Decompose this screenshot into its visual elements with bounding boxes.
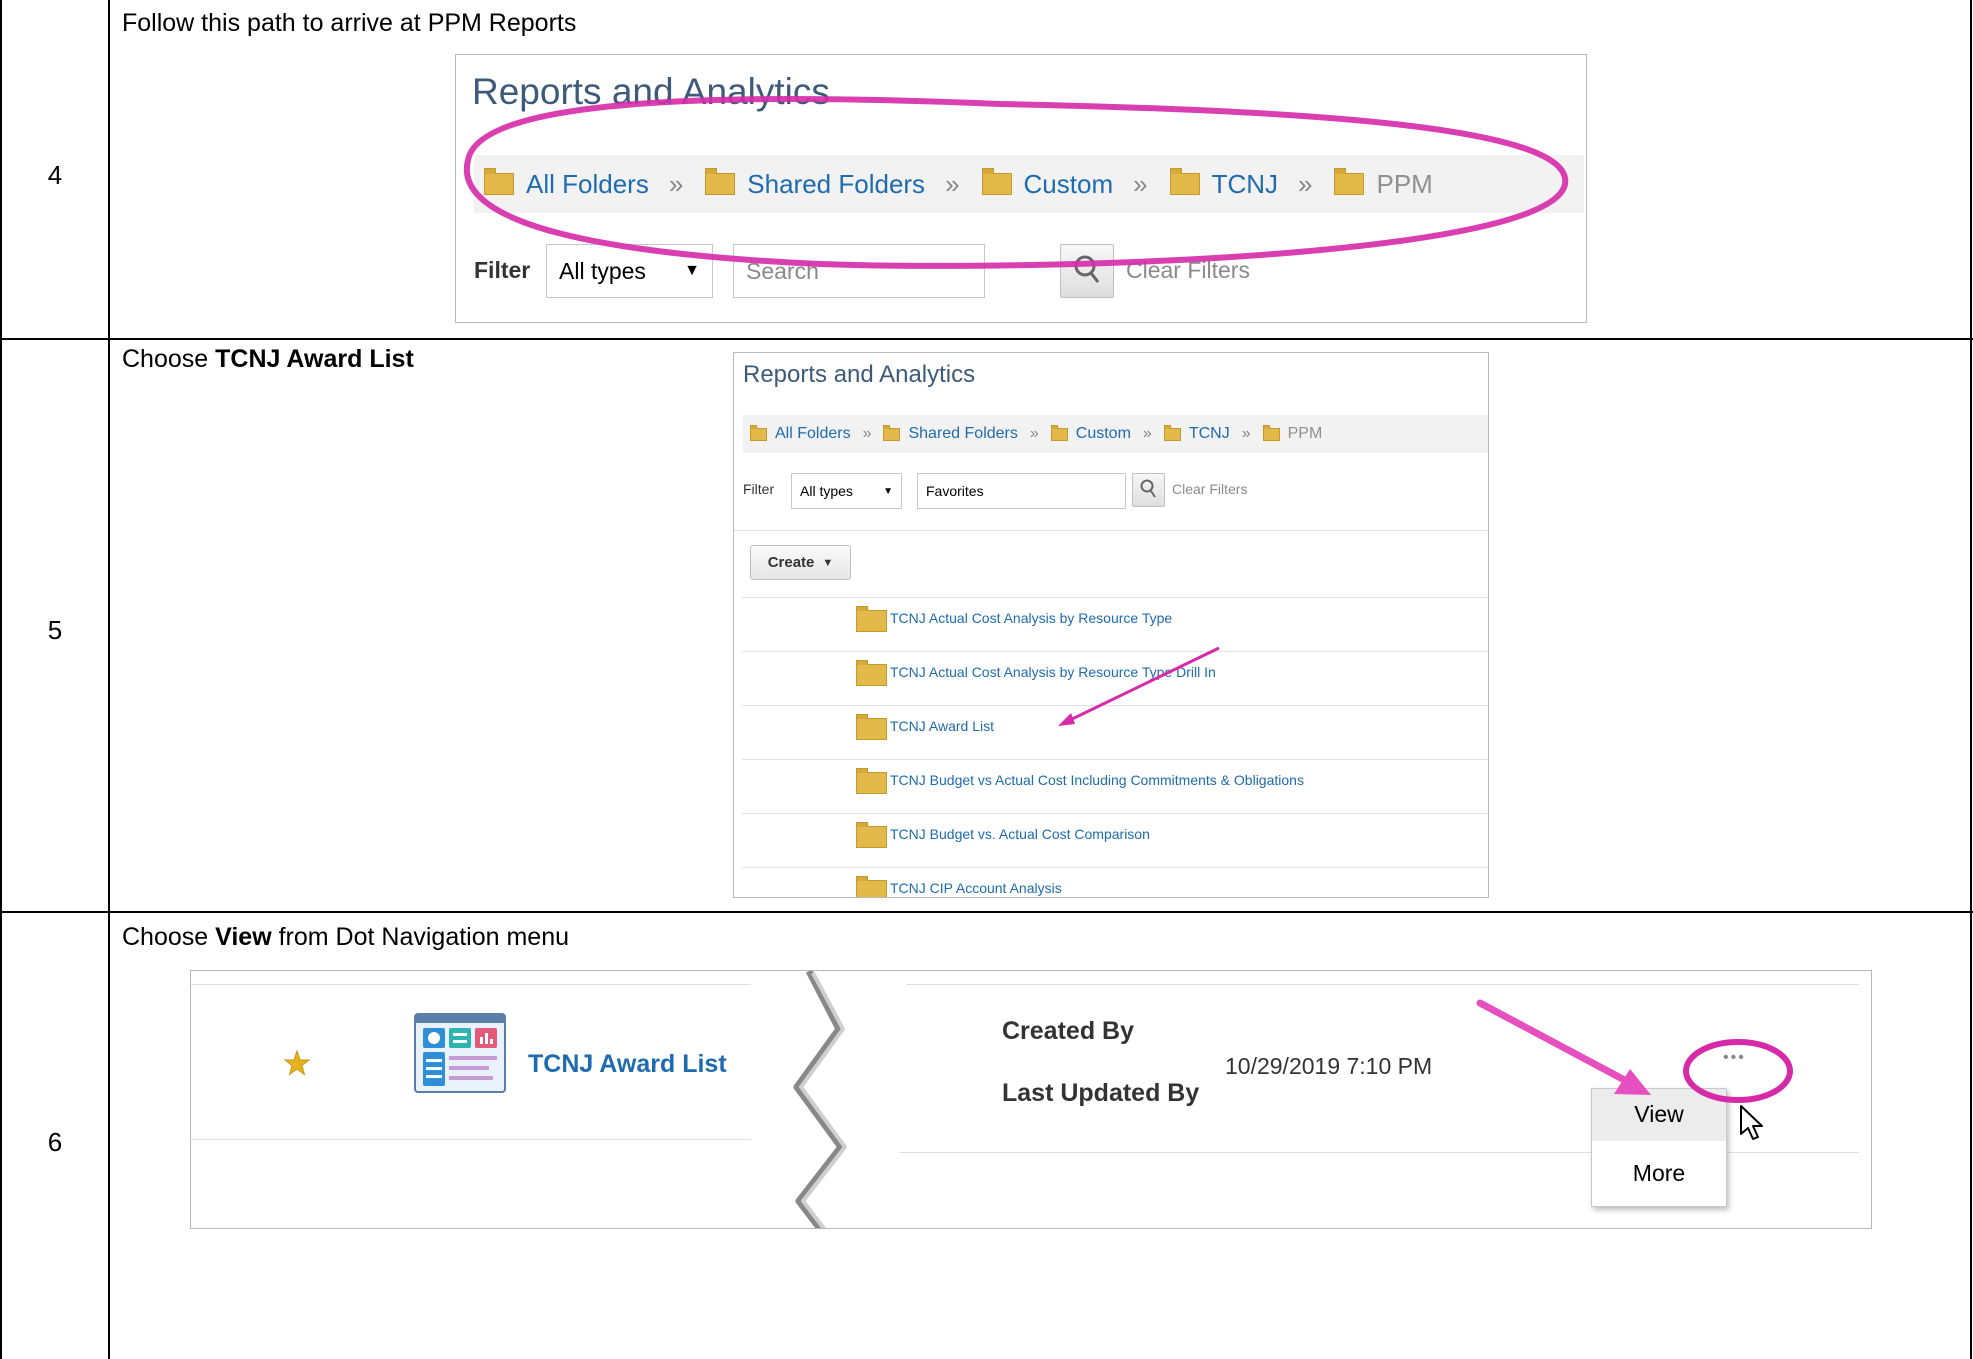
highlight-overlay — [1476, 999, 1793, 1103]
arrow-icon — [1058, 646, 1220, 726]
